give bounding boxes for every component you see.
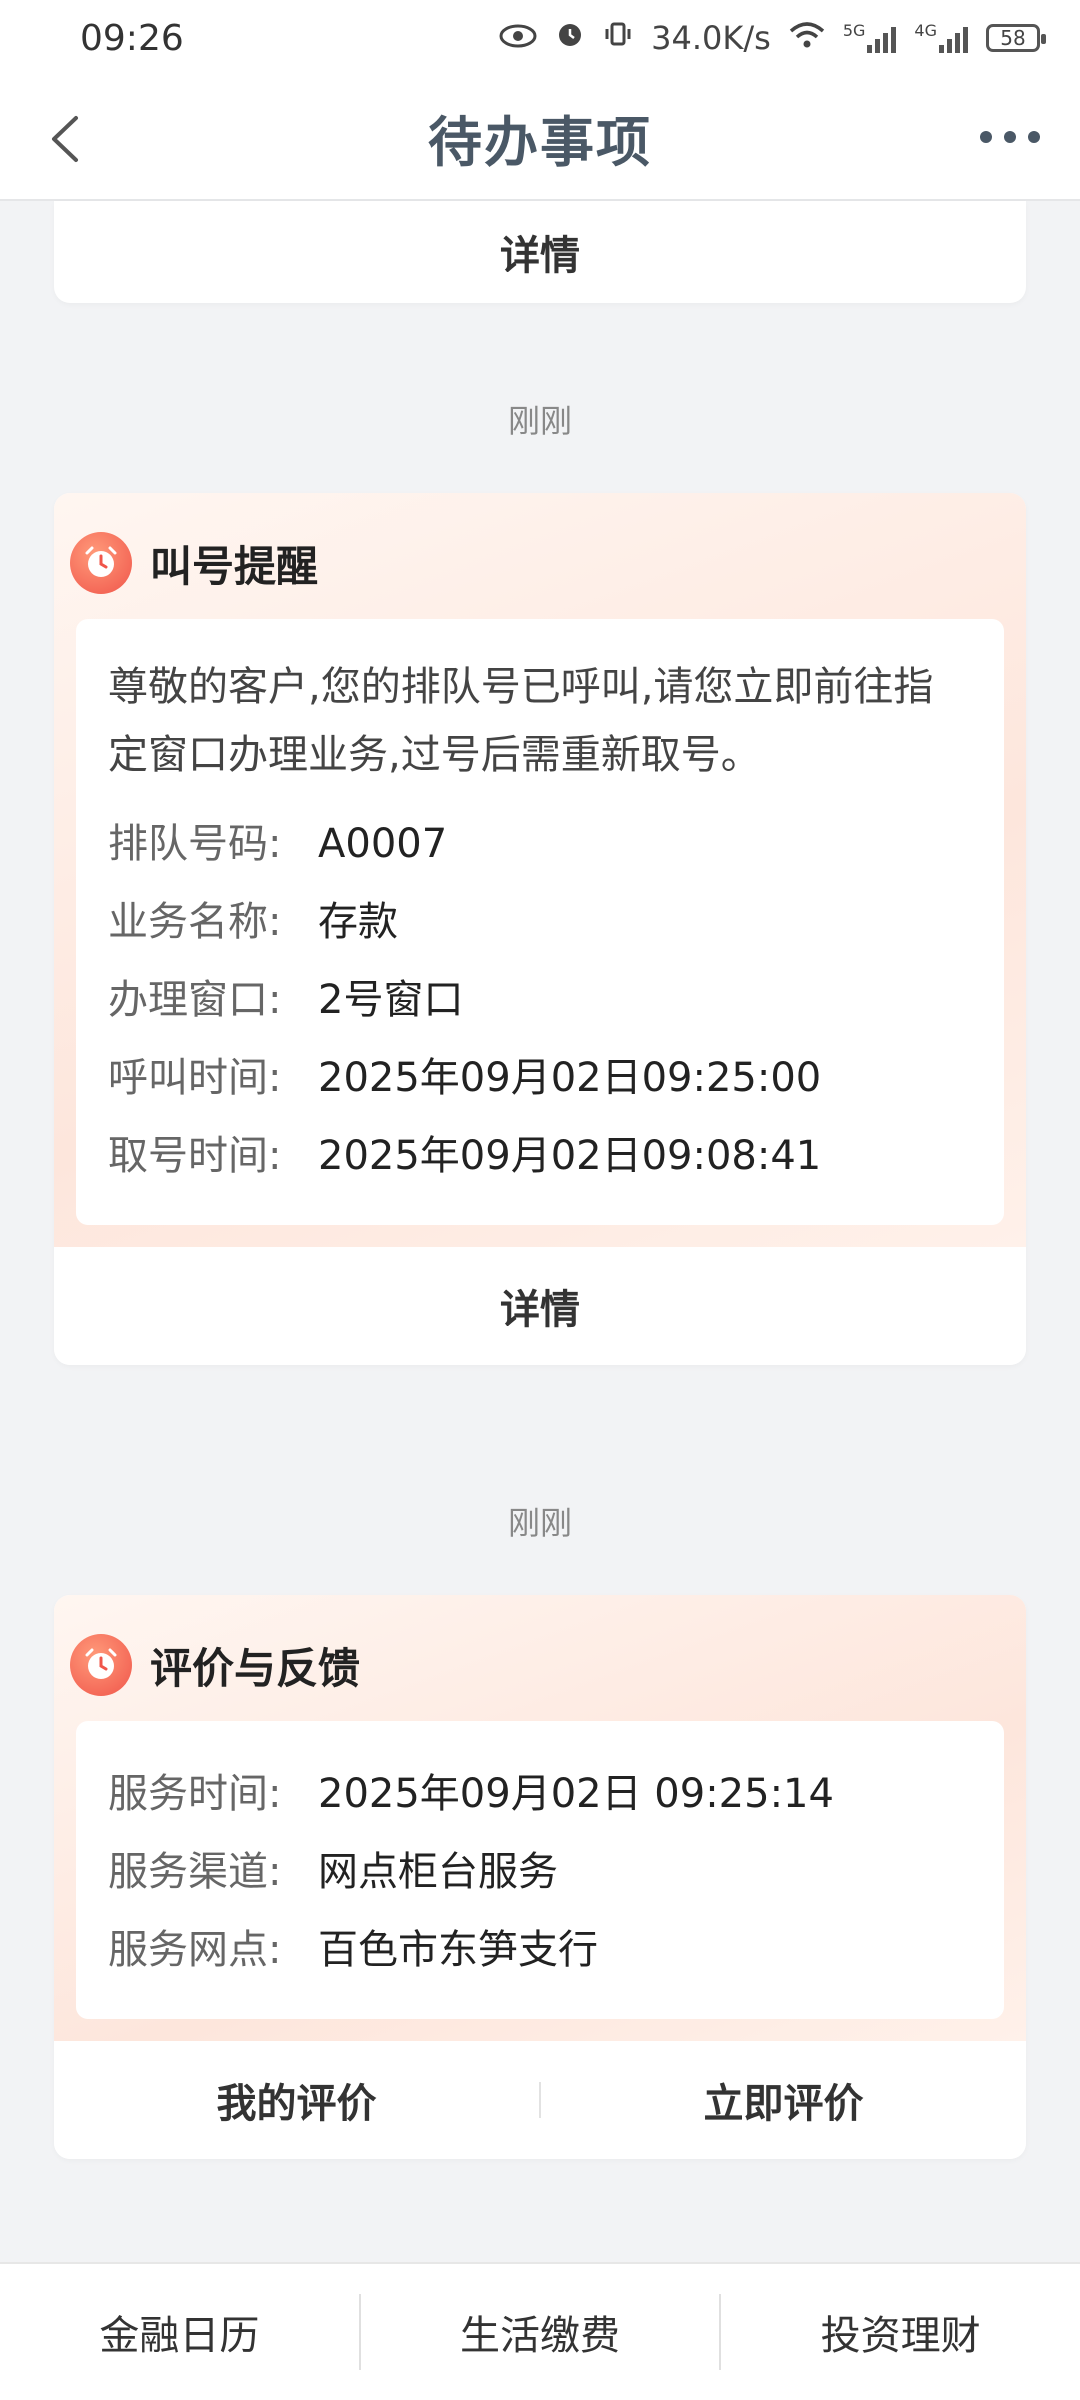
card-title: 评价与反馈 [150,1643,361,1693]
signal-4g-label: 4G [914,21,937,40]
call-reminder-card: 叫号提醒 尊敬的客户,您的排队号已呼叫,请您立即前往指定窗口办理业务,过号后需重… [54,493,1026,1365]
eye-icon [499,19,537,57]
field-row: 办理窗口: 2号窗口 [108,961,972,1039]
field-label: 办理窗口: [108,977,282,1023]
field-row: 服务时间: 2025年09月02日 09:25:14 [108,1755,972,1833]
field-row: 服务网点: 百色市东笋支行 [108,1911,972,1989]
field-row: 排队号码: A0007 [108,805,972,883]
card-header: 叫号提醒 尊敬的客户,您的排队号已呼叫,请您立即前往指定窗口办理业务,过号后需重… [54,493,1026,1247]
field-value: 百色市东笋支行 [318,1927,598,1973]
tab-finance-calendar[interactable]: 金融日历 [0,2303,359,2361]
card-footer: 我的评价 立即评价 [54,2041,1026,2159]
chevron-left-icon [52,116,78,162]
battery-level: 58 [1000,26,1026,50]
field-value: 2025年09月02日09:08:41 [318,1133,822,1179]
back-button[interactable] [46,114,86,164]
card-timestamp: 刚刚 [507,1504,572,1542]
alarm-clock-icon [70,1634,132,1696]
signal-4g-icon: 4G [914,23,968,53]
more-dot-icon [1028,131,1040,143]
field-row: 取号时间: 2025年09月02日09:08:41 [108,1117,972,1195]
more-button[interactable] [980,131,1040,143]
alarm-clock-icon [70,532,132,594]
detail-button[interactable]: 详情 [500,1247,580,1365]
card-body: 尊敬的客户,您的排队号已呼叫,请您立即前往指定窗口办理业务,过号后需重新取号。 … [76,619,1004,1225]
signal-5g-icon: 5G [843,23,897,53]
my-review-button[interactable]: 我的评价 [54,2071,539,2129]
status-bar: 09:26 34.0K/s 5G 4G 58 [0,0,1080,76]
field-label: 服务渠道: [108,1849,282,1895]
detail-button[interactable]: 详情 [54,201,1026,303]
more-dot-icon [1004,131,1016,143]
field-label: 取号时间: [108,1133,282,1179]
field-row: 业务名称: 存款 [108,883,972,961]
status-time: 09:26 [80,17,184,59]
tab-investment[interactable]: 投资理财 [721,2303,1080,2361]
bottom-tab-bar: 金融日历 生活缴费 投资理财 [0,2262,1080,2400]
card-title: 叫号提醒 [150,541,319,591]
field-label: 服务时间: [108,1771,282,1817]
field-value: 2号窗口 [318,977,464,1023]
field-label: 业务名称: [108,899,282,945]
field-value: 网点柜台服务 [318,1849,558,1895]
field-label: 服务网点: [108,1927,282,1973]
card-footer: 详情 [54,1247,1026,1365]
network-speed: 34.0K/s [651,19,771,57]
page-title: 待办事项 [428,111,652,174]
card-timestamp: 刚刚 [507,402,572,440]
feedback-card: 评价与反馈 服务时间: 2025年09月02日 09:25:14 服务渠道: 网点柜… [54,1595,1026,2159]
battery-icon: 58 [986,24,1046,52]
reminder-message: 尊敬的客户,您的排队号已呼叫,请您立即前往指定窗口办理业务,过号后需重新取号。 [108,664,934,778]
status-icons: 34.0K/s 5G 4G 58 [499,19,1046,57]
nav-bar: 待办事项 [0,76,1080,201]
field-value: 2025年09月02日09:25:00 [318,1055,822,1101]
field-value: A0007 [318,821,448,867]
review-now-button[interactable]: 立即评价 [541,2071,1026,2129]
previous-card: 详情 [54,201,1026,303]
field-label: 排队号码: [108,821,282,867]
vibrate-icon [603,19,633,57]
field-label: 呼叫时间: [108,1055,282,1101]
field-value: 存款 [318,899,398,945]
card-body: 服务时间: 2025年09月02日 09:25:14 服务渠道: 网点柜台服务 服务… [76,1721,1004,2019]
alarm-status-icon [555,19,585,57]
signal-5g-label: 5G [842,21,866,40]
wifi-icon [789,19,825,57]
field-value: 2025年09月02日 09:25:14 [318,1771,834,1817]
tab-utility-payment[interactable]: 生活缴费 [361,2303,720,2361]
field-row: 服务渠道: 网点柜台服务 [108,1833,972,1911]
more-dot-icon [980,131,992,143]
field-row: 呼叫时间: 2025年09月02日09:25:00 [108,1039,972,1117]
card-header: 评价与反馈 服务时间: 2025年09月02日 09:25:14 服务渠道: 网点柜… [54,1595,1026,2041]
